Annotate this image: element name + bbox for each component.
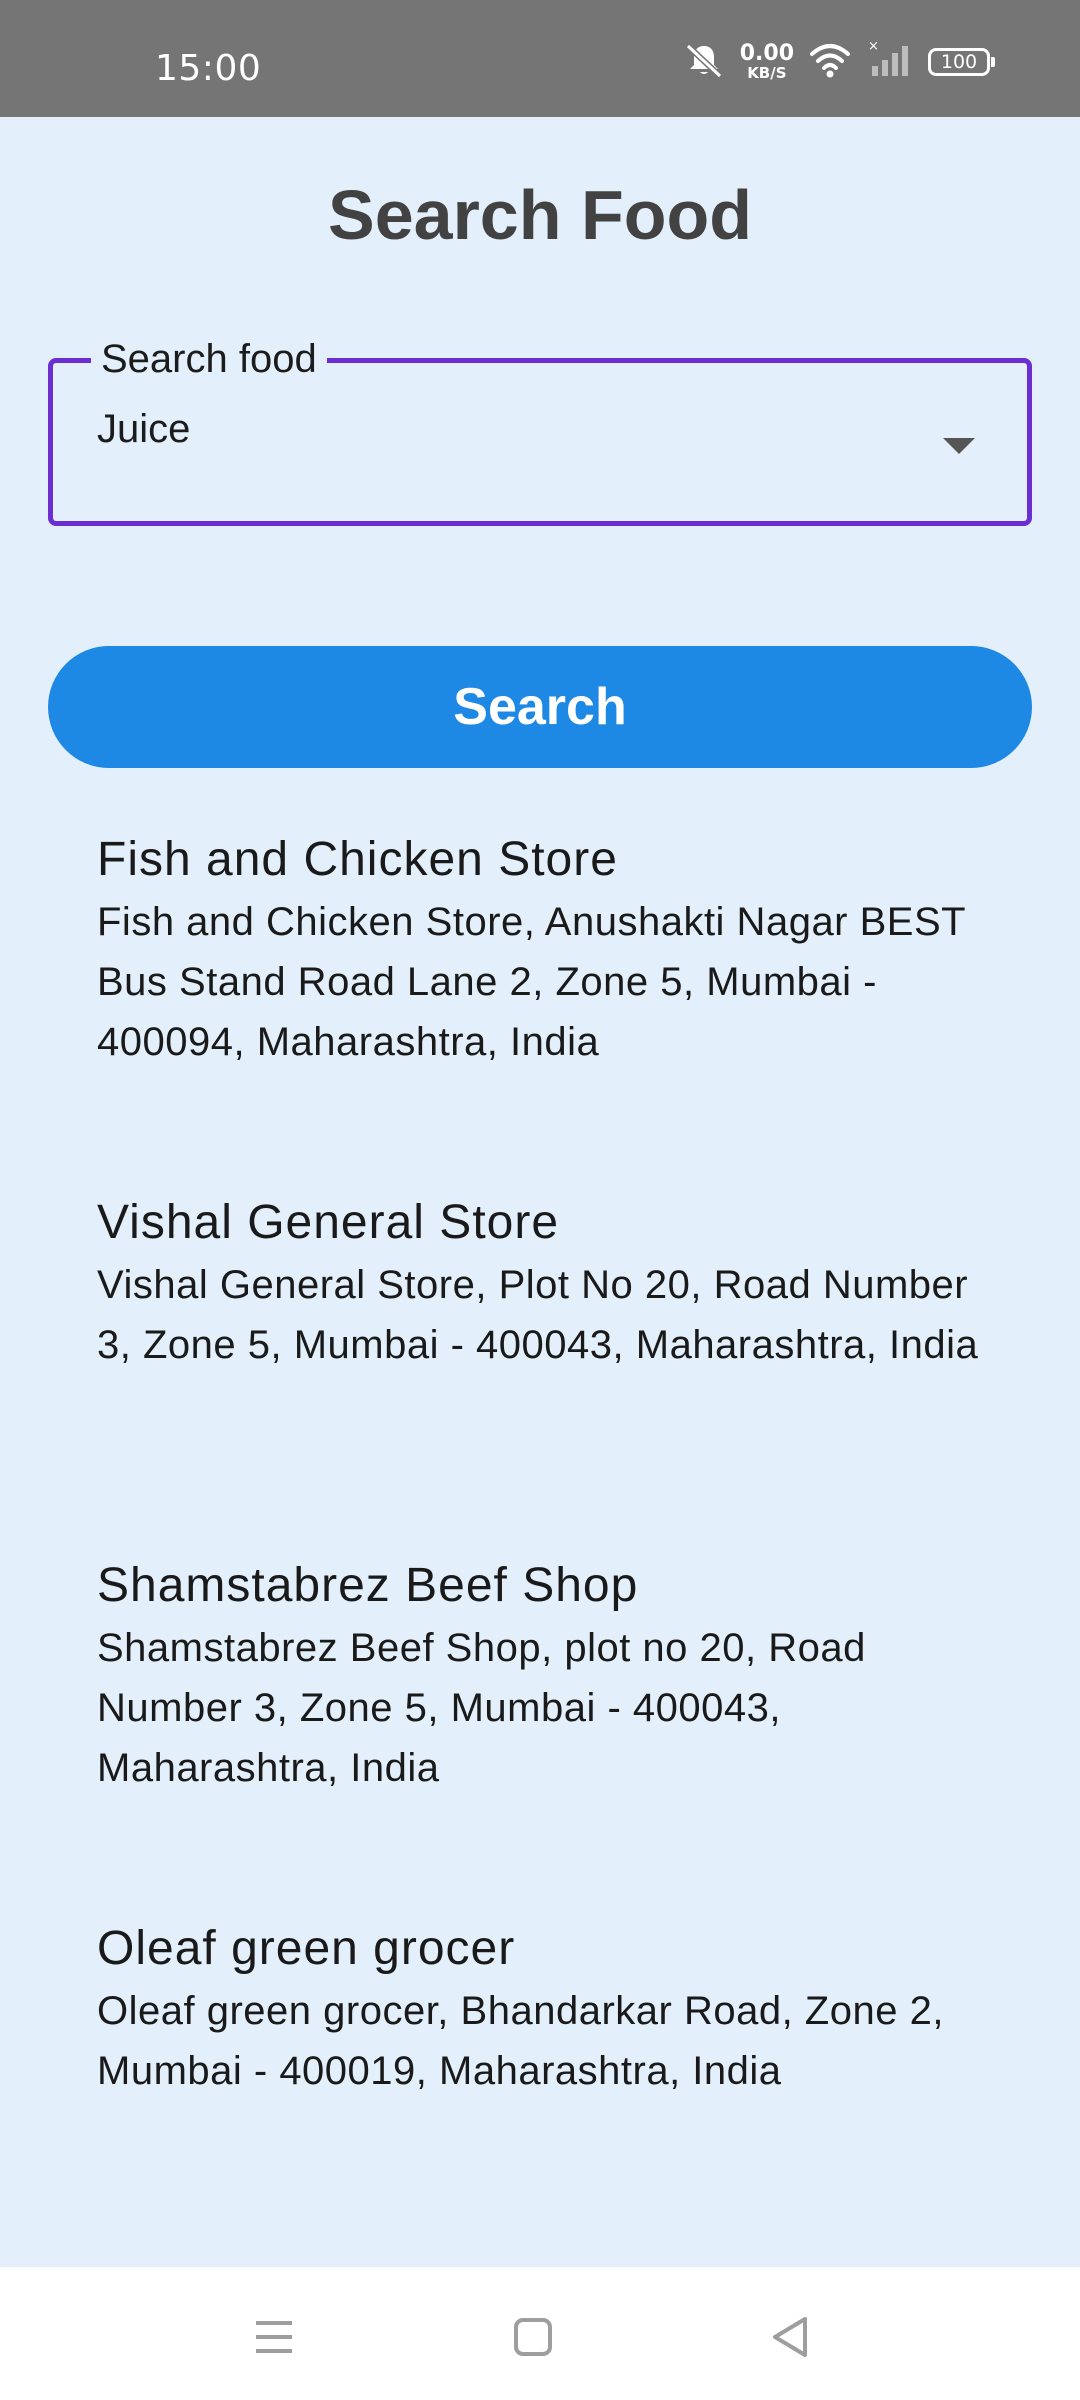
list-item[interactable]: Fish and Chicken Store Fish and Chicken …: [97, 832, 997, 1195]
result-address: Fish and Chicken Store, Anushakti Nagar …: [97, 900, 966, 1064]
menu-icon[interactable]: [244, 2307, 304, 2367]
search-food-dropdown[interactable]: Search food Juice: [48, 335, 1032, 526]
result-name: Shamstabrez Beef Shop: [97, 1559, 639, 1612]
net-speed-value: 0.00: [739, 41, 794, 66]
svg-text:×: ×: [868, 39, 879, 54]
result-address: Vishal General Store, Plot No 20, Road N…: [97, 1263, 979, 1367]
navigation-bar: [0, 2267, 1080, 2400]
status-icons: 0.00 KB/S × 100: [682, 38, 995, 87]
back-icon[interactable]: [761, 2307, 821, 2367]
status-time: 15:00: [155, 48, 262, 89]
chevron-down-icon[interactable]: [943, 438, 975, 454]
result-name: Oleaf green grocer: [97, 1922, 516, 1975]
mute-icon: [682, 38, 726, 87]
search-field-value: Juice: [97, 407, 191, 451]
battery-icon: 100: [928, 48, 995, 76]
home-icon[interactable]: [503, 2307, 563, 2367]
search-button[interactable]: Search: [48, 646, 1032, 768]
result-name: Vishal General Store: [97, 1196, 560, 1249]
result-address: Shamstabrez Beef Shop, plot no 20, Road …: [97, 1626, 866, 1790]
list-item[interactable]: Shamstabrez Beef Shop Shamstabrez Beef S…: [97, 1558, 997, 1921]
net-speed: 0.00 KB/S: [740, 43, 794, 81]
status-bar: 15:00 0.00 KB/S × 100: [0, 0, 1080, 117]
list-item[interactable]: Vishal General Store Vishal General Stor…: [97, 1195, 997, 1558]
result-address: Oleaf green grocer, Bhandarkar Road, Zon…: [97, 1989, 944, 2093]
result-name: Fish and Chicken Store: [97, 833, 618, 886]
page-title: Search Food: [328, 176, 752, 254]
search-field-label: Search food: [91, 335, 327, 383]
net-speed-unit: KB/S: [747, 64, 787, 82]
results-list: Fish and Chicken Store Fish and Chicken …: [97, 832, 997, 2284]
signal-icon: ×: [866, 38, 914, 87]
wifi-icon: [808, 38, 852, 87]
list-item[interactable]: Oleaf green grocer Oleaf green grocer, B…: [97, 1921, 997, 2284]
